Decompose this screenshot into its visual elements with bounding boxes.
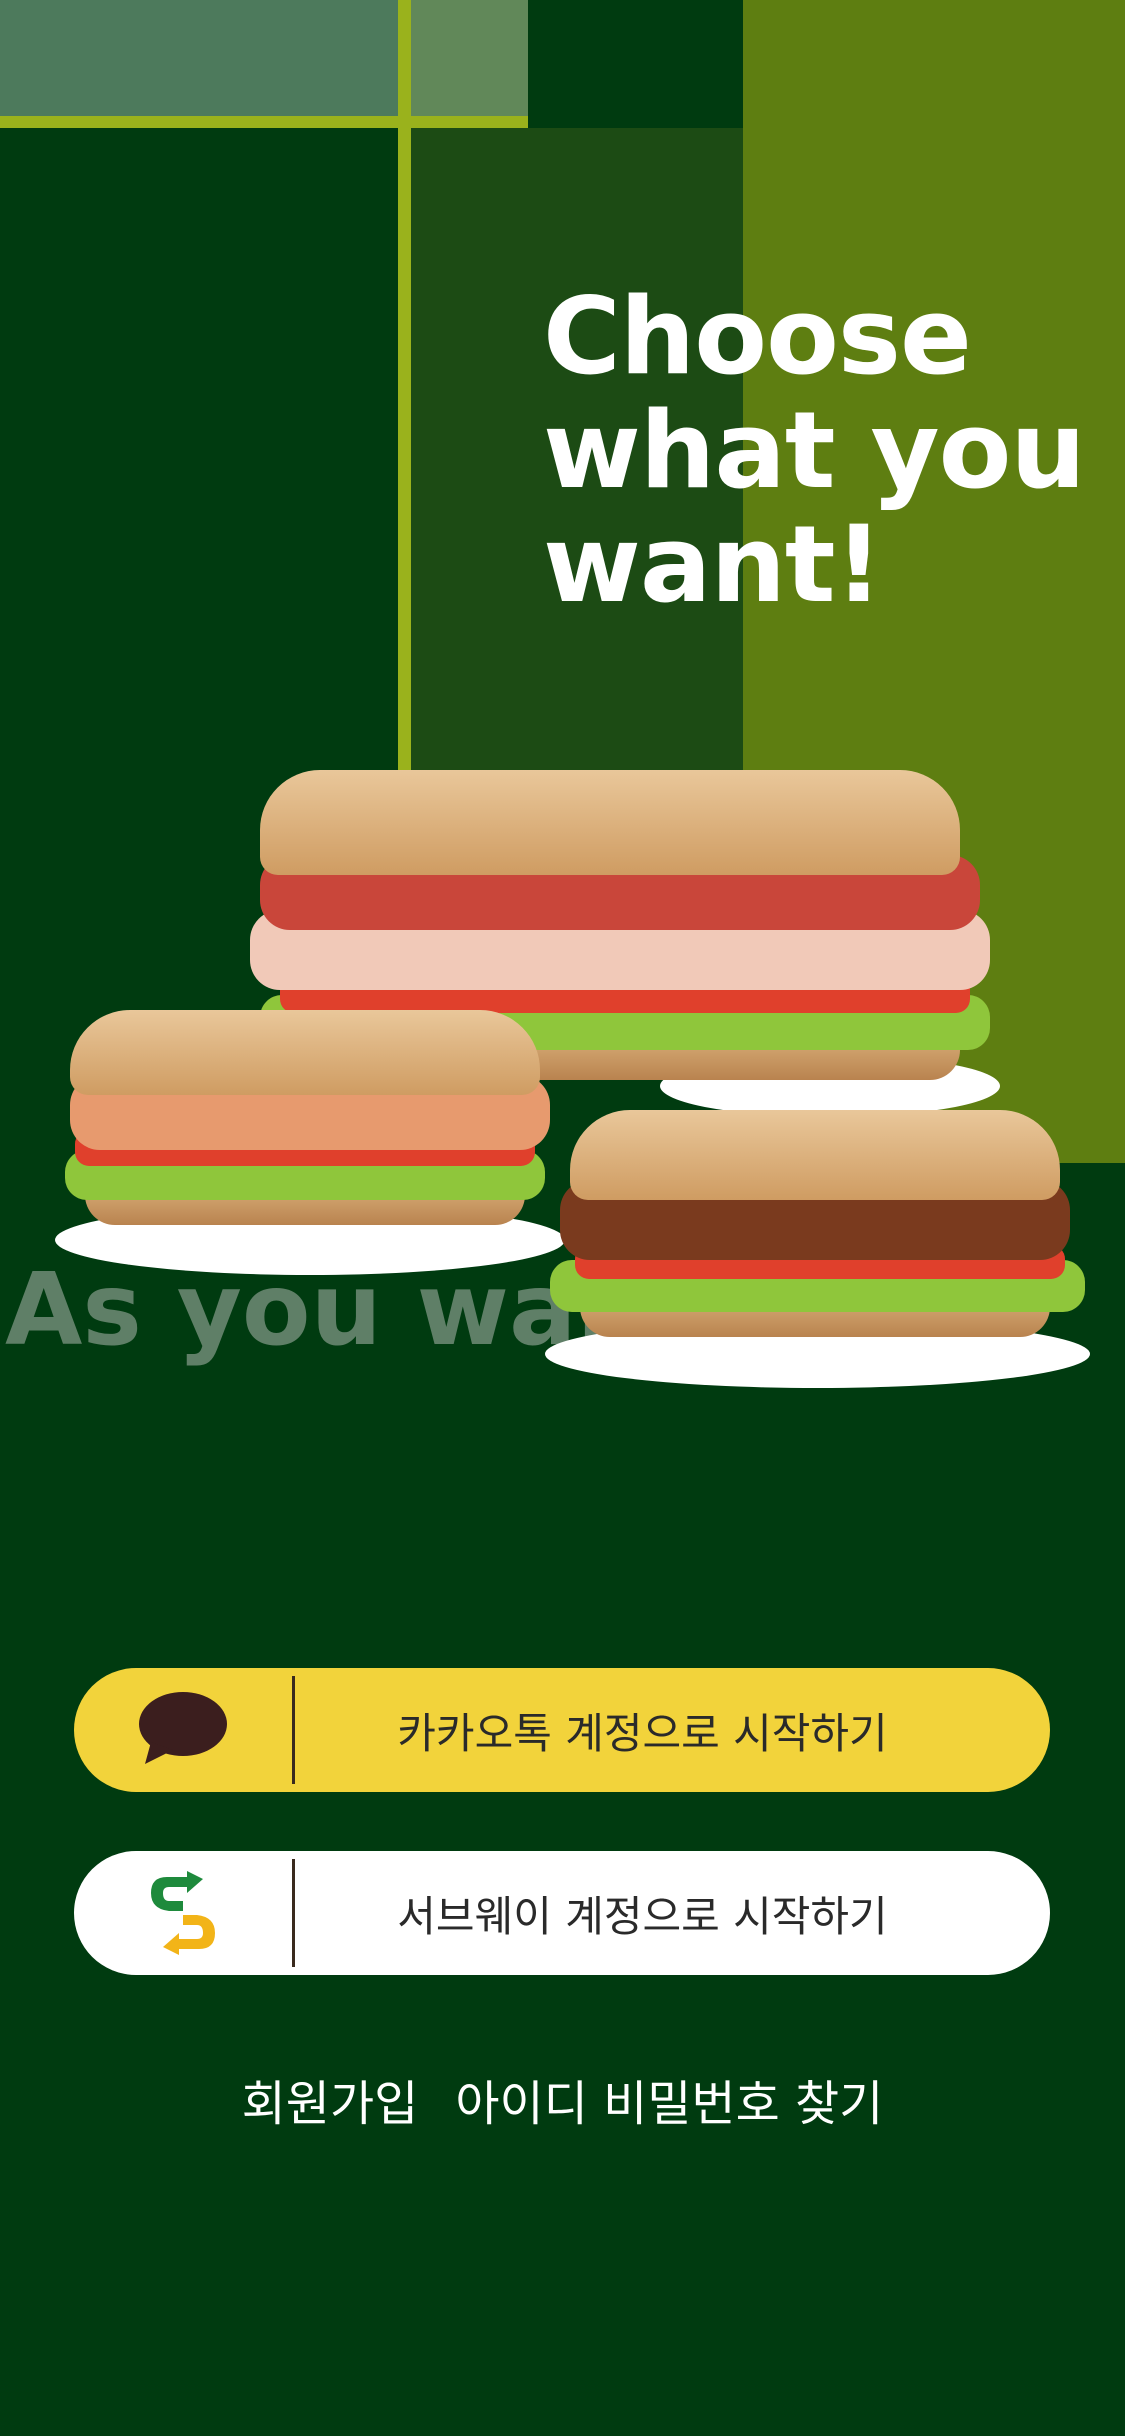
background-horizontal-line — [0, 116, 528, 128]
background-vertical-line — [398, 0, 411, 780]
headline-line-1: Choose — [543, 275, 972, 398]
subway-login-button[interactable]: 서브웨이 계정으로 시작하기 — [74, 1851, 1050, 1975]
login-screen: Choose what you want! As you want 카카오톡 계… — [0, 0, 1125, 2436]
kakao-login-label: 카카오톡 계정으로 시작하기 — [397, 1708, 888, 1758]
subway-logo-icon — [151, 1871, 215, 1955]
find-account-link[interactable]: 아이디 비밀번호 찾기 — [455, 2076, 883, 2132]
subway-icon-wrap — [74, 1851, 292, 1975]
kakao-talk-bubble-icon — [139, 1692, 227, 1764]
account-links: 회원가입 아이디 비밀번호 찾기 — [0, 2064, 1125, 2134]
sandwich-image-pulled-pork — [545, 1110, 1090, 1390]
headline-line-2: what you — [543, 389, 1086, 512]
background-top-panel-accent — [411, 0, 528, 116]
headline-line-3: want! — [543, 503, 883, 626]
kakao-login-button[interactable]: 카카오톡 계정으로 시작하기 — [74, 1668, 1050, 1792]
headline: Choose what you want! — [543, 280, 1103, 622]
sandwich-image-turkey — [55, 1010, 565, 1275]
bread-top — [70, 1010, 540, 1095]
subway-login-label: 서브웨이 계정으로 시작하기 — [397, 1891, 888, 1941]
signup-link[interactable]: 회원가입 — [242, 2076, 419, 2132]
kakao-icon-wrap — [74, 1668, 292, 1792]
bread-top — [570, 1110, 1060, 1200]
bread-top — [260, 770, 960, 875]
